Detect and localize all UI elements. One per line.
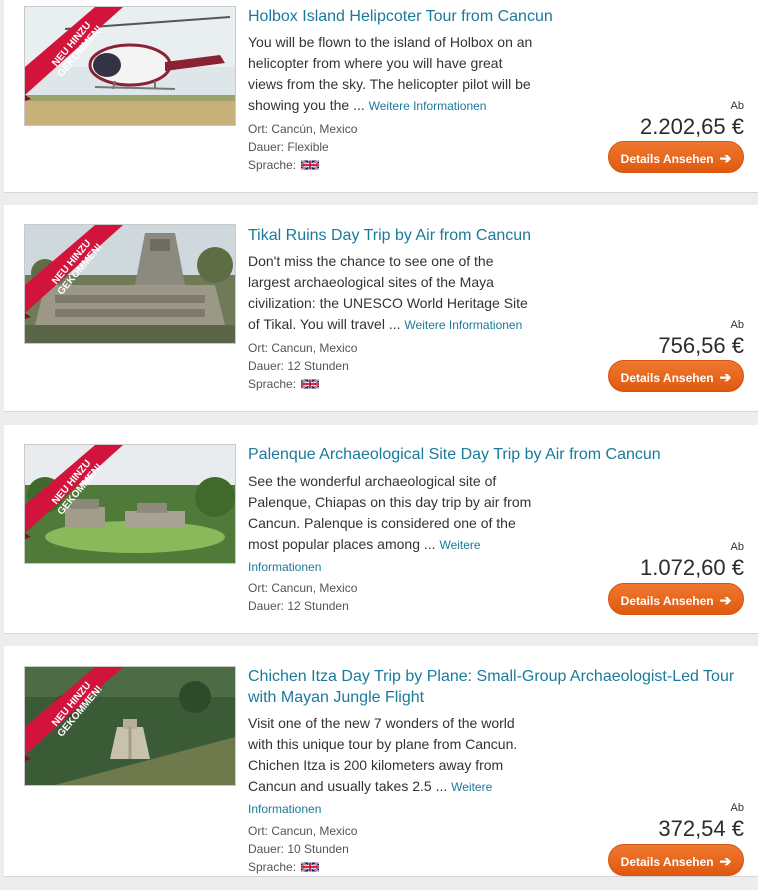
tour-title-link[interactable]: Palenque Archaeological Site Day Trip by… bbox=[248, 444, 744, 465]
tour-card: NEU HINZU GEKOMMEN! Tikal Ruins Day Trip… bbox=[4, 205, 758, 412]
price-from-label: Ab bbox=[730, 802, 744, 814]
tour-title-link[interactable]: Chichen Itza Day Trip by Plane: Small-Gr… bbox=[248, 666, 744, 708]
location-value: Cancun, Mexico bbox=[271, 341, 358, 355]
arrow-right-icon: ➔ bbox=[719, 853, 732, 869]
price-from-label: Ab bbox=[730, 100, 744, 112]
details-button[interactable]: Details Ansehen ➔ bbox=[608, 360, 744, 392]
location-value: Cancun, Mexico bbox=[271, 824, 358, 838]
price-from-label: Ab bbox=[730, 319, 744, 331]
details-button[interactable]: Details Ansehen ➔ bbox=[608, 583, 744, 615]
uk-flag-icon bbox=[301, 159, 319, 171]
tour-list: NEU HINZU GEKOMMEN! Holbox Island Helipc… bbox=[0, 0, 758, 890]
price-value: 2.202,65 € bbox=[640, 114, 744, 139]
duration-value: Flexible bbox=[287, 140, 329, 154]
details-button[interactable]: Details Ansehen ➔ bbox=[608, 141, 744, 173]
tour-meta: Ort: Cancun, Mexico Dauer: 10 Stunden Sp… bbox=[248, 824, 358, 874]
arrow-right-icon: ➔ bbox=[719, 369, 732, 385]
tour-description: Don't miss the chance to see one of the … bbox=[248, 253, 528, 332]
location-value: Cancun, Mexico bbox=[271, 581, 358, 595]
duration-value: 10 Stunden bbox=[287, 842, 349, 856]
duration-value: 12 Stunden bbox=[287, 599, 349, 613]
tour-card: NEU HINZU GEKOMMEN! Palenque Archaeologi… bbox=[4, 425, 758, 634]
location-value: Cancún, Mexico bbox=[271, 122, 358, 136]
tour-description: You will be flown to the island of Holbo… bbox=[248, 34, 533, 113]
details-button[interactable]: Details Ansehen ➔ bbox=[608, 844, 744, 876]
tour-image[interactable]: NEU HINZU GEKOMMEN! bbox=[24, 224, 236, 344]
tour-title-link[interactable]: Holbox Island Helipcoter Tour from Cancu… bbox=[248, 6, 744, 27]
tour-meta: Ort: Cancun, Mexico Dauer: 12 Stunden Sp… bbox=[248, 341, 358, 391]
arrow-right-icon: ➔ bbox=[719, 150, 732, 166]
tour-image[interactable]: NEU HINZU GEKOMMEN! bbox=[24, 444, 236, 564]
tour-description: See the wonderful archaeological site of… bbox=[248, 473, 532, 574]
more-info-link[interactable]: Weitere Informationen bbox=[369, 99, 487, 113]
price-from-label: Ab bbox=[730, 541, 744, 553]
uk-flag-icon bbox=[301, 378, 319, 390]
tour-card: NEU HINZU GEKOMMEN! Chichen Itza Day Tri… bbox=[4, 646, 758, 877]
tour-title-link[interactable]: Tikal Ruins Day Trip by Air from Cancun bbox=[248, 225, 744, 246]
duration-value: 12 Stunden bbox=[287, 359, 349, 373]
tour-image[interactable]: NEU HINZU GEKOMMEN! bbox=[24, 6, 236, 126]
tour-meta: Ort: Cancun, Mexico Dauer: 12 Stunden bbox=[248, 581, 358, 613]
tour-image[interactable]: NEU HINZU GEKOMMEN! bbox=[24, 666, 236, 786]
uk-flag-icon bbox=[301, 861, 319, 873]
tour-description: Visit one of the new 7 wonders of the wo… bbox=[248, 715, 518, 816]
tour-card: NEU HINZU GEKOMMEN! Holbox Island Helipc… bbox=[4, 0, 758, 193]
tour-meta: Ort: Cancún, Mexico Dauer: Flexible Spra… bbox=[248, 122, 358, 172]
arrow-right-icon: ➔ bbox=[719, 592, 732, 608]
price-value: 756,56 € bbox=[658, 333, 744, 358]
price-value: 1.072,60 € bbox=[640, 555, 744, 580]
price-value: 372,54 € bbox=[658, 816, 744, 841]
more-info-link[interactable]: Weitere Informationen bbox=[404, 318, 522, 332]
